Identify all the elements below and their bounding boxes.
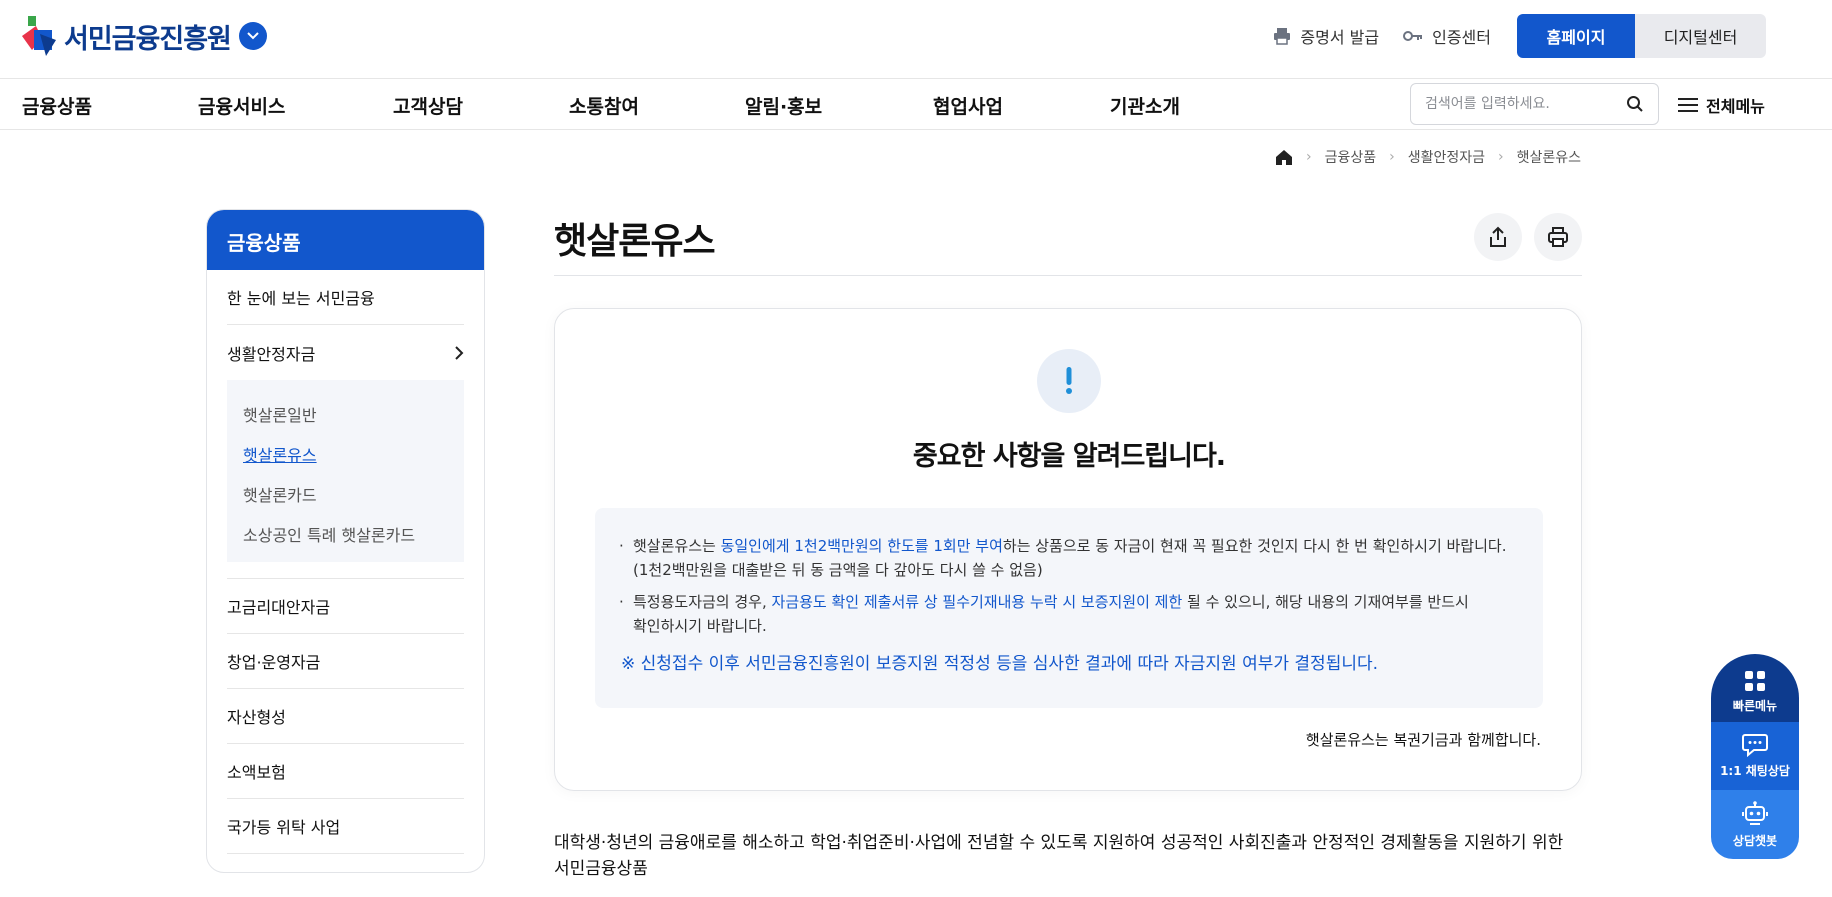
quick-menu-button[interactable]: 빠른메뉴 (1711, 654, 1799, 722)
notice-box: 햇살론유스는 동일인에게 1천2백만원의 한도를 1회만 부여하는 상품으로 동… (595, 508, 1543, 708)
top-bar: 서민금융진흥원 증명서 발급 인증센터 홈페이지 디지털센터 (0, 0, 1832, 78)
printer-icon (1548, 227, 1568, 247)
gnb-item-communication[interactable]: 소통참여 (569, 92, 639, 119)
sidebar-item-startup-funds[interactable]: 창업·운영자금 (227, 634, 464, 689)
share-button[interactable] (1474, 213, 1522, 261)
gnb-item-cooperation[interactable]: 협업사업 (933, 92, 1003, 119)
hamburger-icon (1678, 98, 1698, 112)
sidebar-submenu: 햇살론일반 햇살론유스 햇살론카드 소상공인 특례 햇살론카드 (227, 380, 464, 562)
grid-icon (1745, 671, 1765, 691)
chevron-right-icon (455, 345, 464, 360)
title-divider (554, 275, 1582, 276)
chatbot-button[interactable]: 상담챗봇 (1711, 790, 1799, 859)
sidebar-subitem-general[interactable]: 햇살론일반 (243, 394, 448, 434)
share-icon (1490, 226, 1506, 247)
chevron-right-icon: › (1389, 149, 1395, 165)
breadcrumb-item-current[interactable]: 햇살론유스 (1517, 147, 1581, 167)
quick-menu-label: 빠른메뉴 (1732, 699, 1778, 713)
page-title: 햇살론유스 (554, 221, 716, 262)
sidebar-item-overview[interactable]: 한 눈에 보는 서민금융 (227, 270, 464, 325)
auth-center-label: 인증센터 (1432, 28, 1491, 47)
global-nav: 금융상품 금융서비스 고객상담 소통참여 알림·홍보 협업사업 기관소개 전체메… (0, 78, 1832, 130)
gnb-item-news-pr[interactable]: 알림·홍보 (745, 92, 822, 119)
gnb-item-customer-support[interactable]: 고객상담 (393, 92, 463, 119)
product-description: 대학생·청년의 금융애로를 해소하고 학업·취업준비·사업에 전념할 수 있도록… (554, 833, 1564, 879)
all-menu-button[interactable]: 전체메뉴 (1678, 93, 1765, 117)
tab-digital-center[interactable]: 디지털센터 (1635, 14, 1766, 58)
chevron-down-icon[interactable] (238, 22, 267, 50)
site-tabs: 홈페이지 디지털센터 (1517, 14, 1766, 58)
sidebar-subitem-youth[interactable]: 햇살론유스 (243, 434, 448, 474)
certificate-issue-link[interactable]: 증명서 발급 (1273, 24, 1379, 48)
gnb-item-financial-services[interactable]: 금융서비스 (198, 92, 285, 119)
notice-highlight: 동일인에게 1천2백만원의 한도를 1회만 부여 (720, 537, 1003, 555)
card-footer-text: 햇살론유스는 복권기금과 함께합니다. (1305, 731, 1541, 749)
all-menu-label: 전체메뉴 (1706, 97, 1765, 116)
exclamation-icon (1037, 349, 1101, 413)
breadcrumb: › 금융상품 › 생활안정자금 › 햇살론유스 (1275, 147, 1581, 167)
notice-highlight: 자금용도 확인 제출서류 상 필수기재내용 누락 시 보증지원이 제한 (771, 593, 1183, 611)
certificate-issue-label: 증명서 발급 (1300, 28, 1380, 47)
sidebar-item-micro-insurance[interactable]: 소액보험 (227, 744, 464, 799)
notice-line-2: 특정용도자금의 경우, 자금용도 확인 제출서류 상 필수기재내용 누락 시 보… (619, 590, 1519, 638)
notice-line-1: 햇살론유스는 동일인에게 1천2백만원의 한도를 1회만 부여하는 상품으로 동… (619, 534, 1519, 582)
search-input[interactable] (1425, 96, 1615, 112)
home-icon[interactable] (1275, 149, 1293, 166)
sidebar-item-asset-building[interactable]: 자산형성 (227, 689, 464, 744)
gnb-item-financial-products[interactable]: 금융상품 (22, 92, 92, 119)
chat-consult-button[interactable]: 1:1 채팅상담 (1711, 722, 1799, 790)
breadcrumb-item[interactable]: 금융상품 (1325, 147, 1377, 167)
site-logo[interactable]: 서민금융진흥원 (22, 12, 267, 60)
chevron-right-icon: › (1305, 149, 1312, 165)
chatbot-label: 상담챗봇 (1732, 833, 1778, 848)
search-box (1410, 83, 1659, 125)
sidebar-item-high-interest-alt[interactable]: 고금리대안자금 (227, 579, 464, 634)
key-icon (1403, 31, 1423, 41)
gnb-item-about[interactable]: 기관소개 (1110, 92, 1180, 119)
robot-icon (1742, 800, 1768, 825)
breadcrumb-item[interactable]: 생활안정자금 (1408, 147, 1485, 167)
alert-title: 중요한 사항을 알려드립니다. (912, 441, 1226, 472)
search-icon[interactable] (1626, 95, 1644, 113)
sidebar-subitem-card[interactable]: 햇살론카드 (243, 474, 448, 514)
printer-icon (1274, 28, 1291, 45)
sidebar: 금융상품 한 눈에 보는 서민금융 생활안정자금 햇살론일반 햇살론유스 햇살론… (206, 209, 485, 873)
sidebar-subitem-small-biz-card[interactable]: 소상공인 특례 햇살론카드 (243, 514, 448, 554)
screening-note: ※ 신청접수 이후 서민금융진흥원이 보증지원 적정성 등을 심사한 결과에 따… (621, 654, 1379, 674)
logo-text: 서민금융진흥원 (64, 23, 232, 55)
chat-consult-label: 1:1 채팅상담 (1720, 764, 1790, 778)
print-button[interactable] (1534, 213, 1582, 261)
quick-menu: 빠른메뉴 1:1 채팅상담 상담챗봇 (1711, 654, 1799, 859)
tab-homepage[interactable]: 홈페이지 (1517, 14, 1635, 58)
auth-center-link[interactable]: 인증센터 (1403, 24, 1491, 48)
logo-mark-icon (22, 16, 62, 56)
sidebar-title: 금융상품 (207, 210, 484, 270)
important-notice-card: 중요한 사항을 알려드립니다. 햇살론유스는 동일인에게 1천2백만원의 한도를… (554, 308, 1582, 791)
chat-icon (1742, 734, 1768, 757)
sidebar-item-living-funds[interactable]: 생활안정자금 (227, 325, 464, 380)
sidebar-item-govt-consignment[interactable]: 국가등 위탁 사업 (227, 799, 464, 854)
utility-links: 증명서 발급 인증센터 홈페이지 디지털센터 (1273, 14, 1766, 58)
chevron-right-icon: › (1497, 149, 1504, 165)
